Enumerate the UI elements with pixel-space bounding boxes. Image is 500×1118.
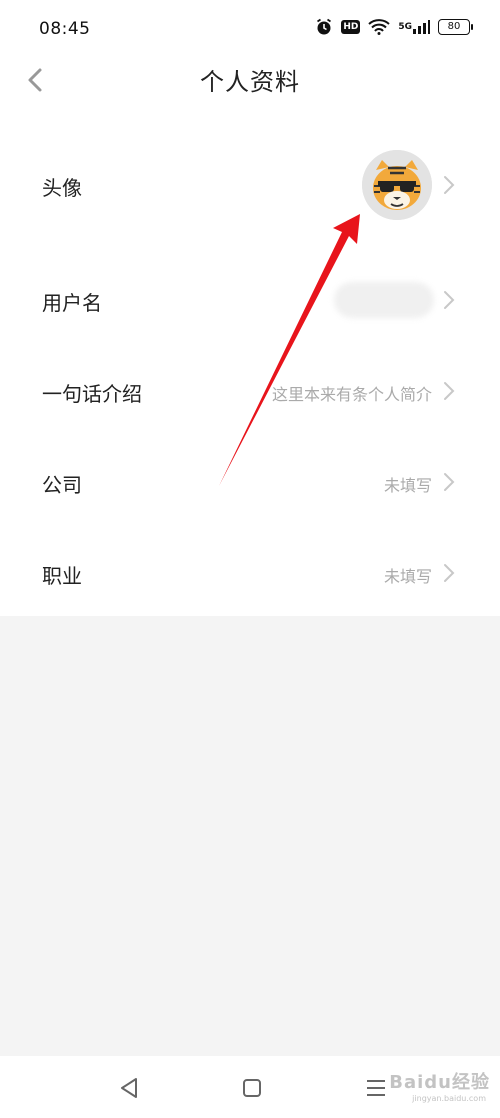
tiger-avatar-icon: [362, 150, 432, 220]
alarm-icon: [315, 18, 333, 36]
square-home-icon[interactable]: [238, 1074, 266, 1102]
chevron-right-icon: [442, 471, 456, 493]
row-value-intro: 这里本来有条个人简介: [271, 385, 432, 404]
hd-icon: HD: [341, 20, 361, 34]
company-row[interactable]: 公司 未填写: [0, 436, 500, 526]
battery-icon: 80: [438, 19, 473, 35]
status-time: 08:45: [39, 19, 91, 39]
avatar[interactable]: [362, 150, 432, 220]
row-label-intro: 一句话介绍: [42, 382, 142, 406]
watermark-url: jingyan.baidu.com: [412, 1094, 486, 1103]
watermark: Baidu经验: [389, 1072, 490, 1093]
row-value-company: 未填写: [383, 476, 432, 495]
chevron-right-icon: [442, 380, 456, 402]
triangle-back-icon[interactable]: [116, 1074, 144, 1102]
row-label-company: 公司: [42, 473, 82, 497]
occupation-row[interactable]: 职业 未填写: [0, 527, 500, 617]
wifi-icon: [368, 19, 391, 35]
row-label-avatar: 头像: [42, 176, 82, 200]
intro-row[interactable]: 一句话介绍 这里本来有条个人简介: [0, 345, 500, 435]
row-value-occupation: 未填写: [383, 567, 432, 586]
network-type-label: 5G: [398, 21, 412, 32]
chevron-right-icon: [442, 174, 456, 196]
cellular-signal-icon: 5G: [398, 19, 430, 35]
menu-icon[interactable]: [362, 1074, 390, 1102]
username-value-blurred: [334, 282, 434, 318]
chevron-right-icon: [442, 562, 456, 584]
status-bar: 08:45 HD 5G 80: [0, 0, 500, 60]
status-icons: HD 5G 80: [315, 18, 473, 36]
row-label-username: 用户名: [42, 291, 102, 315]
row-label-occupation: 职业: [42, 564, 82, 588]
chevron-right-icon: [442, 289, 456, 311]
page-title: 个人资料: [200, 68, 300, 96]
